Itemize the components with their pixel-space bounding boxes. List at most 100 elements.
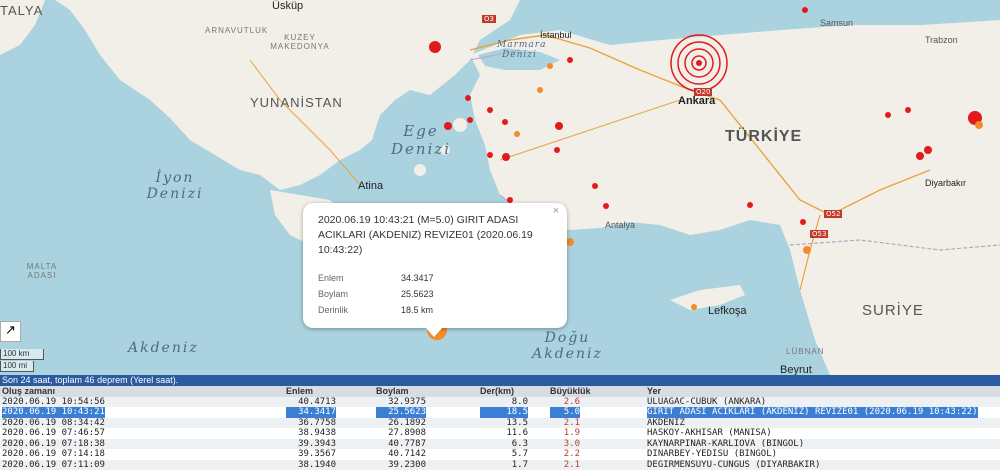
map-label-diyarbakir: Diyarbakır <box>925 178 967 188</box>
cell-lon: 40.7142 <box>388 449 426 459</box>
cell-magnitude: 2.6 <box>563 396 580 407</box>
table-row[interactable]: 2020.06.19 07:11:09 38.1940 39.2300 1.7 2.1 D… <box>0 459 1000 470</box>
cell-depth: 18.5 <box>480 407 528 418</box>
map-label-malta: MALTA ADASI <box>26 262 58 280</box>
cell-magnitude: 3.0 <box>563 438 580 449</box>
cell-lon: 32.9375 <box>388 396 426 407</box>
cell-place: DEGIRMENSUYU-CUNGUS (DIYARBAKIR) <box>647 459 821 470</box>
map-label-ionian-sea: İyon Denizi <box>146 170 204 202</box>
table-status: Son 24 saat, toplam 46 deprem (Yerel saa… <box>0 375 1000 386</box>
cell-place: AKDENIZ <box>647 417 685 428</box>
quake-popup: × 2020.06.19 10:43:21 (M=5.0) GIRIT ADAS… <box>303 203 567 337</box>
cell-depth: 13.5 <box>506 417 528 428</box>
map-label-trabzon: Trabzon <box>925 35 958 45</box>
popup-lat-value: 34.3417 <box>401 273 434 283</box>
map-label-north-macedonia: KUZEY MAKEDONYA <box>270 33 330 51</box>
scale-bar-mi: 100 mi <box>0 361 34 372</box>
road-label-o3: O3 <box>482 15 496 23</box>
cell-magnitude: 2.1 <box>563 417 580 428</box>
map-label-lebanon: LÜBNAN <box>786 347 825 356</box>
cell-lon: 25.5623 <box>376 407 426 418</box>
cell-depth: 11.6 <box>506 428 528 438</box>
popup-lat-label: Enlem <box>318 273 344 283</box>
popup-lon-value: 25.5623 <box>401 289 434 299</box>
cell-place: ULUAGAC-CUBUK (ANKARA) <box>647 396 767 407</box>
cell-lat: 39.3567 <box>298 449 336 459</box>
cell-magnitude: 2.1 <box>563 459 580 470</box>
popup-lon-label: Boylam <box>318 289 349 299</box>
earthquake-map[interactable]: TALYA YUNANİSTAN TÜRKİYE SURİYE KUZEY MA… <box>0 0 1000 375</box>
map-label-athens: Atina <box>358 180 384 192</box>
cell-time: 2020.06.19 10:54:56 <box>2 396 105 407</box>
popup-lon-row: Boylam 25.5623 <box>318 289 434 299</box>
table-header: Oluş zamanı Enlem Boylam Der(km) Büyüklü… <box>0 386 1000 397</box>
table-row[interactable]: 2020.06.19 07:14:18 39.3567 40.7142 5.7 2.2 D… <box>0 449 1000 460</box>
road-label-o53: O53 <box>810 230 829 238</box>
map-label-marmara: Marmara Denizi <box>497 40 547 60</box>
map-label-mediterranean: Akdeniz <box>128 340 199 356</box>
table-row[interactable]: 2020.06.19 10:54:56 40.4713 32.9375 8.0 2.6 U… <box>0 396 1000 407</box>
popup-title: 2020.06.19 10:43:21 (M=5.0) GIRIT ADASI … <box>318 214 533 256</box>
cell-lat: 38.9438 <box>298 428 336 438</box>
header-time[interactable]: Oluş zamanı <box>2 386 55 397</box>
header-magnitude[interactable]: Büyüklük <box>550 386 591 397</box>
popup-depth-value: 18.5 km <box>401 305 434 315</box>
map-label-greece: YUNANİSTAN <box>250 95 343 110</box>
cell-lat: 39.3943 <box>298 438 336 449</box>
cell-time: 2020.06.19 07:18:38 <box>2 438 105 449</box>
cell-magnitude: 2.2 <box>563 449 580 459</box>
cell-magnitude: 5.0 <box>550 407 580 418</box>
cell-lat: 38.1940 <box>298 459 336 470</box>
cell-place: DINARBEY-YEDISU (BINGOL) <box>647 449 778 459</box>
cell-lat: 40.4713 <box>298 396 336 407</box>
cell-time: 2020.06.19 10:43:21 <box>2 407 105 418</box>
cell-time: 2020.06.19 07:14:18 <box>2 449 105 459</box>
cell-depth: 1.7 <box>511 459 528 470</box>
header-lon[interactable]: Boylam <box>376 386 426 397</box>
map-label-albania: ARNAVUTLUK <box>205 26 269 35</box>
cell-lon: 26.1892 <box>388 417 426 428</box>
cell-place: HASKOY-AKHISAR (MANISA) <box>647 428 772 438</box>
cell-lon: 27.8908 <box>388 428 426 438</box>
cell-lat: 36.7758 <box>298 417 336 428</box>
cell-time: 2020.06.19 07:46:57 <box>2 428 105 438</box>
header-depth[interactable]: Der(km) <box>480 386 528 397</box>
map-label-italy: TALYA <box>0 3 44 18</box>
cell-magnitude: 1.9 <box>563 428 580 438</box>
cell-depth: 5.7 <box>511 449 528 459</box>
road-label-o52: O52 <box>824 210 843 218</box>
header-lat[interactable]: Enlem <box>286 386 336 397</box>
map-label-east-mediterranean: Doğu Akdeniz <box>532 330 603 362</box>
table-body: 2020.06.19 10:54:56 40.4713 32.9375 8.0 2.6 U… <box>0 396 1000 470</box>
map-label-turkey: TÜRKİYE <box>725 128 803 145</box>
map-label-aegean-sea: Ege Denizi <box>390 122 452 158</box>
cell-lon: 40.7787 <box>388 438 426 449</box>
quake-table: Son 24 saat, toplam 46 deprem (Yerel saa… <box>0 375 1000 475</box>
table-row[interactable]: 2020.06.19 07:18:38 39.3943 40.7787 6.3 3.0 K… <box>0 438 1000 449</box>
map-label-ankara: Ankara <box>678 95 716 107</box>
map-label-samsun: Samsun <box>820 18 854 28</box>
popup-depth-row: Derinlik 18.5 km <box>318 305 433 315</box>
header-place[interactable]: Yer <box>647 386 661 397</box>
map-label-beirut: Beyrut <box>780 364 812 375</box>
cell-lon: 39.2300 <box>388 459 426 470</box>
map-label-istanbul: İstanbul <box>540 30 572 40</box>
map-label-nicosia: Lefkoşa <box>708 305 747 317</box>
popup-depth-label: Derinlik <box>318 305 349 315</box>
fullscreen-toggle-icon[interactable]: ↗ <box>0 321 21 342</box>
road-label-o20: O20 <box>694 88 713 96</box>
cell-depth: 6.3 <box>511 438 528 449</box>
map-label-syria: SURİYE <box>862 302 924 319</box>
table-row[interactable]: 2020.06.19 08:34:42 36.7758 26.1892 13.5 2.1… <box>0 417 1000 428</box>
popup-close-icon[interactable]: × <box>553 205 559 217</box>
cell-time: 2020.06.19 08:34:42 <box>2 417 105 428</box>
map-label-antalya: Antalya <box>605 220 636 230</box>
table-row[interactable]: 2020.06.19 10:43:21 34.3417 25.5623 18.5 5.0… <box>0 407 1000 418</box>
cell-depth: 8.0 <box>511 396 528 407</box>
cell-lat: 34.3417 <box>286 407 336 418</box>
popup-lat-row: Enlem 34.3417 <box>318 273 434 283</box>
cell-time: 2020.06.19 07:11:09 <box>2 459 105 470</box>
cell-place: GIRIT ADASI ACIKLARI (AKDENIZ) REVIZE01 … <box>647 407 978 418</box>
scale-bar-km: 100 km <box>0 349 44 360</box>
table-row[interactable]: 2020.06.19 07:46:57 38.9438 27.8908 11.6 1.9… <box>0 428 1000 439</box>
